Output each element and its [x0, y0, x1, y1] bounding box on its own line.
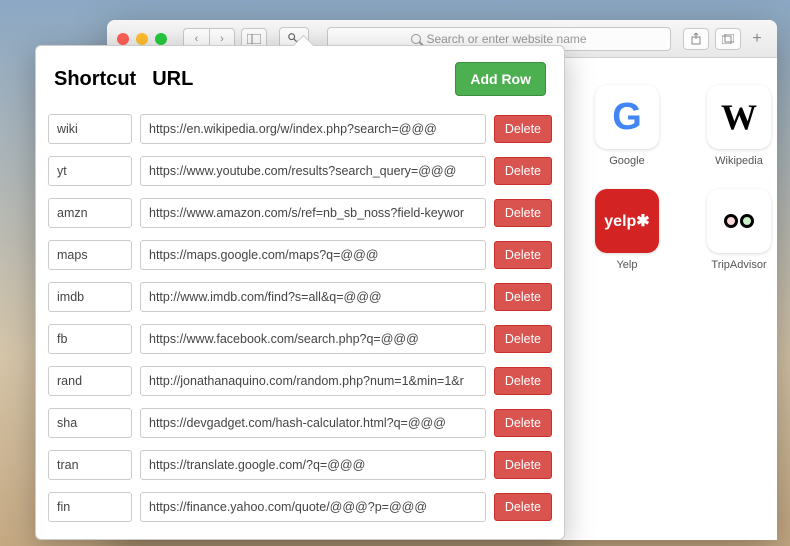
favorite-google[interactable]: G Google — [577, 85, 677, 167]
close-window-button[interactable] — [117, 33, 129, 45]
favorite-label: Google — [609, 155, 644, 167]
shortcut-input[interactable] — [48, 240, 132, 270]
tabs-icon — [722, 34, 734, 44]
url-input[interactable] — [140, 450, 486, 480]
delete-button[interactable]: Delete — [494, 283, 552, 311]
favorites-grid: G Google W Wikipedia yelp✱ Yelp TripAdvi… — [577, 85, 789, 271]
shortcut-input[interactable] — [48, 282, 132, 312]
yelp-icon: yelp✱ — [595, 189, 659, 253]
url-input[interactable] — [140, 366, 486, 396]
shortcut-input[interactable] — [48, 408, 132, 438]
address-placeholder: Search or enter website name — [426, 32, 586, 46]
popover-header: Shortcut URL Add Row — [36, 46, 564, 108]
column-header-url: URL — [152, 68, 193, 91]
wikipedia-icon: W — [721, 96, 757, 138]
delete-button[interactable]: Delete — [494, 367, 552, 395]
column-header-shortcut: Shortcut — [54, 68, 136, 91]
url-input[interactable] — [140, 198, 486, 228]
url-input[interactable] — [140, 114, 486, 144]
shortcut-input[interactable] — [48, 114, 132, 144]
delete-button[interactable]: Delete — [494, 325, 552, 353]
share-icon — [690, 33, 702, 45]
favorite-tripadvisor[interactable]: TripAdvisor — [689, 189, 789, 271]
url-input[interactable] — [140, 408, 486, 438]
delete-button[interactable]: Delete — [494, 241, 552, 269]
shortcut-row: Delete — [48, 150, 552, 192]
maximize-window-button[interactable] — [155, 33, 167, 45]
shortcut-input[interactable] — [48, 156, 132, 186]
url-input[interactable] — [140, 282, 486, 312]
url-input[interactable] — [140, 240, 486, 270]
url-input[interactable] — [140, 492, 486, 522]
delete-button[interactable]: Delete — [494, 157, 552, 185]
delete-button[interactable]: Delete — [494, 451, 552, 479]
shortcut-row: Delete — [48, 192, 552, 234]
url-input[interactable] — [140, 324, 486, 354]
url-input[interactable] — [140, 156, 486, 186]
google-icon: G — [612, 96, 642, 139]
favorite-label: Yelp — [616, 259, 637, 271]
favorite-label: TripAdvisor — [711, 259, 766, 271]
shortcut-row: Delete — [48, 486, 552, 528]
delete-button[interactable]: Delete — [494, 493, 552, 521]
sidebar-icon — [247, 34, 261, 44]
add-row-button[interactable]: Add Row — [455, 62, 546, 96]
shortcut-row: Delete — [48, 318, 552, 360]
favorite-label: Wikipedia — [715, 155, 763, 167]
shortcut-row: Delete — [48, 360, 552, 402]
shortcuts-popover: Shortcut URL Add Row DeleteDeleteDeleteD… — [35, 45, 565, 540]
search-icon — [411, 34, 421, 44]
tabs-button[interactable] — [715, 28, 741, 50]
minimize-window-button[interactable] — [136, 33, 148, 45]
favorite-yelp[interactable]: yelp✱ Yelp — [577, 189, 677, 271]
shortcut-row: Delete — [48, 402, 552, 444]
shortcuts-list: Delete Delete Delete Delete Delete Delete Dele… — [36, 108, 564, 528]
plus-icon: + — [752, 30, 761, 48]
tripadvisor-icon — [724, 214, 754, 228]
shortcut-row: Delete — [48, 108, 552, 150]
shortcut-input[interactable] — [48, 366, 132, 396]
delete-button[interactable]: Delete — [494, 115, 552, 143]
shortcut-input[interactable] — [48, 450, 132, 480]
shortcut-input[interactable] — [48, 198, 132, 228]
shortcut-row: Delete — [48, 234, 552, 276]
shortcut-input[interactable] — [48, 492, 132, 522]
shortcut-row: Delete — [48, 444, 552, 486]
shortcut-row: Delete — [48, 276, 552, 318]
share-button[interactable] — [683, 28, 709, 50]
delete-button[interactable]: Delete — [494, 199, 552, 227]
shortcut-input[interactable] — [48, 324, 132, 354]
window-controls — [117, 33, 167, 45]
new-tab-button[interactable]: + — [747, 28, 767, 50]
delete-button[interactable]: Delete — [494, 409, 552, 437]
favorite-wikipedia[interactable]: W Wikipedia — [689, 85, 789, 167]
